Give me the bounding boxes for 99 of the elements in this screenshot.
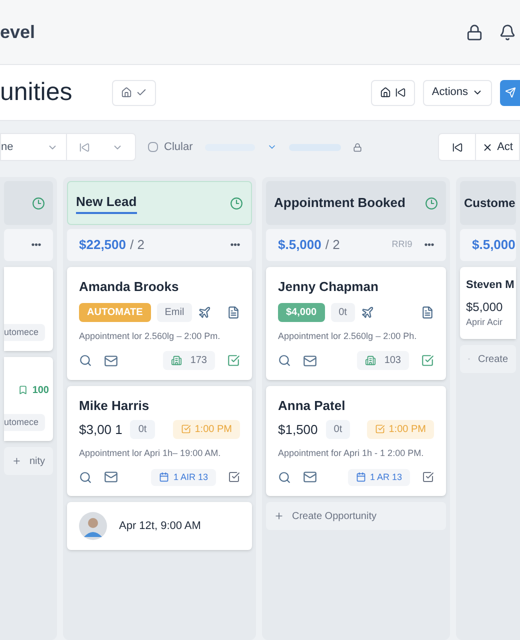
create-button[interactable]: nity	[4, 447, 53, 475]
contact-name: Amanda Brooks	[79, 278, 180, 296]
document-icon	[421, 306, 434, 318]
deal-value: $1,500	[278, 420, 318, 438]
contact-name: Jenny Chapman	[278, 278, 380, 296]
column-title: Appointment Booked	[274, 194, 406, 212]
check-icon	[136, 87, 148, 98]
more-button[interactable]: •••	[424, 238, 434, 252]
view-toggle[interactable]	[112, 80, 156, 106]
skip-back-icon	[452, 142, 463, 152]
more-button[interactable]: •••	[31, 238, 41, 252]
info-chip: 0t	[326, 420, 350, 439]
time-tag: 1:00 PM	[172, 420, 240, 439]
checkbox-icon	[180, 424, 191, 434]
clock-icon	[32, 196, 45, 210]
add-button[interactable]	[500, 80, 520, 106]
calendar-icon	[159, 472, 170, 482]
actions-button[interactable]: Actions	[422, 80, 492, 106]
done-icon	[227, 354, 240, 367]
bookmark-icon	[18, 385, 28, 395]
page-title: unities	[0, 76, 72, 108]
appointment-note: Appointment for Apri 1h - 1 2:00 PM.	[278, 447, 425, 460]
deal-card[interactable]: Jenny Chapman $4,000 0t Appointment lor 2.560lg – 2:00 Ph. 103	[266, 267, 446, 380]
home-icon	[380, 87, 391, 98]
mail-icon[interactable]	[303, 354, 317, 368]
activity-count: 100	[18, 382, 53, 398]
calendar-check-icon	[422, 471, 434, 484]
home-button[interactable]	[370, 80, 415, 106]
appointment-note: Appointment lor 2.560lg – 2:00 Ph.	[278, 330, 418, 343]
deal-card[interactable]: 100 utomece	[4, 357, 53, 441]
appointment-note: Aprir Acir	[466, 316, 503, 329]
total-amount: $22,500	[79, 236, 126, 254]
building-icon	[171, 355, 182, 366]
search-icon[interactable]	[278, 470, 291, 484]
deal-count: / 2	[130, 236, 144, 254]
total-amount: $.5,000	[472, 236, 516, 254]
value-tag: $4,000	[278, 302, 325, 322]
deal-card[interactable]: Amanda Brooks AUTOMATE Emil Appointment lor 2.560lg – 2:00 Pm. 173	[67, 267, 252, 380]
deal-card[interactable]: Anna Patel $1,500 0t 1:00 PM Appointment for Apri 1h - 1 2:00 PM. 1 AR 13	[266, 386, 446, 496]
column-title: New Lead	[76, 192, 137, 214]
skip-back-icon	[79, 142, 90, 152]
mail-icon[interactable]	[303, 470, 317, 484]
bell-icon[interactable]	[499, 24, 516, 40]
total-amount: $.5,000	[278, 236, 322, 254]
home-icon	[121, 87, 132, 98]
time-tag: 1:00 PM	[366, 420, 434, 439]
column-title: Custome	[464, 195, 516, 212]
status-tag: AUTOMATE	[79, 302, 151, 322]
mail-icon[interactable]	[104, 354, 118, 368]
building-icon	[365, 355, 376, 366]
brand-name: evel	[0, 20, 36, 44]
contact-name: Steven M	[466, 278, 514, 293]
appointment-time: Apr 12t, 9:00 AM	[119, 518, 201, 534]
close-icon	[482, 142, 494, 152]
filter-checkbox[interactable]: Clular	[148, 138, 193, 156]
stage-code: RRI9	[392, 238, 412, 252]
calendar-check-icon	[228, 471, 240, 484]
search-icon[interactable]	[79, 354, 92, 367]
lock-icon[interactable]	[466, 24, 483, 40]
lock-icon	[352, 142, 362, 152]
calendar-icon	[356, 472, 366, 482]
appointment-card[interactable]: Apr 12t, 9:00 AM	[67, 502, 252, 550]
activity-count: 103	[357, 351, 409, 370]
deal-count: / 2	[325, 236, 340, 254]
filter-select[interactable]: ne	[1, 134, 67, 160]
more-button[interactable]: •••	[230, 238, 240, 252]
appointment-note: Appointment lor Apri 1h– 19:00 AM.	[79, 447, 222, 460]
contact-name: Anna Patel	[278, 397, 346, 415]
clear-button[interactable]: Act	[476, 134, 519, 160]
info-chip: 0t	[130, 420, 155, 439]
checkbox-icon	[374, 424, 385, 434]
skip-back-icon	[394, 87, 406, 98]
deal-value: $3,00 1	[79, 420, 122, 438]
plane-icon	[198, 306, 212, 318]
status-tag: utomece	[4, 414, 45, 431]
contact-name: Mike Harris	[79, 397, 150, 415]
document-icon	[227, 306, 240, 318]
clock-icon	[425, 196, 438, 210]
create-button[interactable]: Create	[460, 345, 516, 373]
appointment-note: Appointment lor 2.560lg – 2:00 Pm.	[79, 330, 222, 343]
send-icon	[504, 87, 516, 98]
info-chip: 0t	[330, 302, 355, 322]
date-chip: 1 AIR 13	[151, 468, 216, 486]
search-icon[interactable]	[278, 354, 291, 367]
deal-value: $5,000	[466, 298, 503, 316]
done-icon	[421, 354, 434, 367]
create-button[interactable]: Create Opportunity	[266, 502, 446, 530]
date-chip: 1 AR 13	[348, 468, 410, 486]
status-tag: utomece	[4, 324, 45, 341]
plane-icon	[360, 306, 374, 318]
search-icon[interactable]	[79, 470, 92, 484]
activity-count: 173	[163, 351, 215, 370]
deal-card[interactable]: Mike Harris $3,00 1 0t 1:00 PM Appointment lor Apri 1h– 19:00 AM. 1 AIR 13	[67, 386, 252, 496]
mail-icon[interactable]	[104, 470, 118, 484]
clock-icon	[230, 196, 243, 210]
avatar-icon	[79, 512, 107, 540]
deal-card[interactable]: Steven M $5,000 Aprir Acir	[460, 267, 516, 339]
deal-card[interactable]: utomece	[4, 267, 53, 351]
info-chip: Emil	[156, 302, 192, 322]
